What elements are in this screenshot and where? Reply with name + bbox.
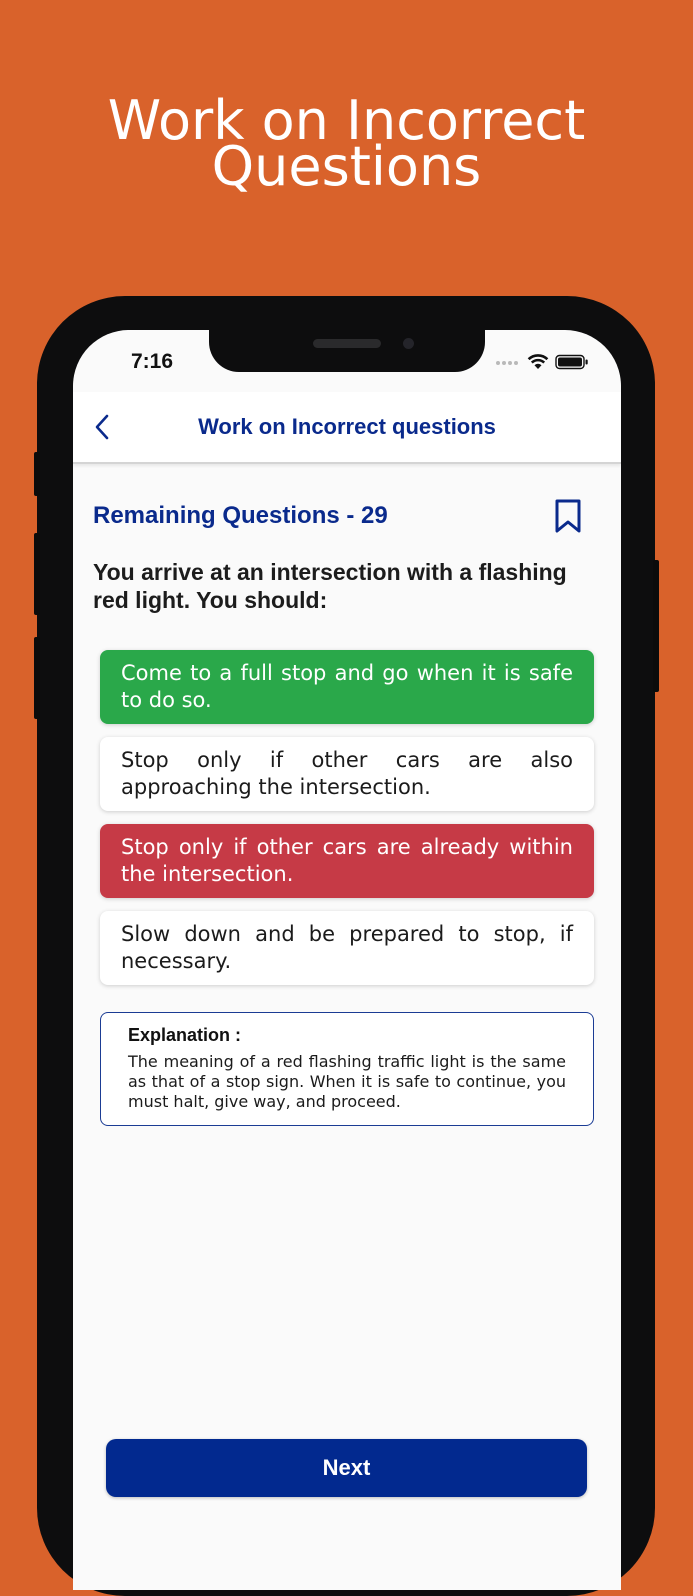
answer-option-2[interactable]: Stop only if other cars are also approac… [100,737,594,811]
next-button[interactable]: Next [106,1439,587,1497]
speaker-grille [313,339,381,348]
remaining-questions-label: Remaining Questions - 29 [93,502,388,529]
question-text: You arrive at an intersection with a fla… [93,559,567,613]
status-icons [495,352,589,372]
notch [209,330,485,372]
front-camera [403,338,414,349]
battery-icon [555,354,588,370]
answer-option-3[interactable]: Stop only if other cars are already with… [100,824,594,898]
volume-up-button [34,533,40,615]
phone-screen: 7:16 Work on Incorrect questions Remaini… [73,330,621,1590]
promo-title: Work on Incorrect Questions [0,94,693,198]
explanation-title: Explanation : [128,1025,242,1045]
bookmark-button[interactable] [553,498,583,534]
navigation-bar: Work on Incorrect questions [73,392,621,464]
silent-switch [34,452,40,496]
volume-down-button [34,637,40,719]
promo-title-line-2: Questions [211,135,482,198]
page-title: Work on Incorrect questions [198,414,496,439]
answer-option-4[interactable]: Slow down and be prepared to stop, if ne… [100,911,594,985]
explanation-box: Explanation : The meaning of a red flash… [100,1012,594,1126]
status-time: 7:16 [131,350,174,373]
explanation-text: The meaning of a red flashing traffic li… [128,1052,566,1111]
power-button [653,560,659,692]
answer-option-1[interactable]: Come to a full stop and go when it is sa… [100,650,594,724]
signal-dots-icon [496,361,518,365]
bookmark-icon [555,499,581,533]
wifi-icon [527,354,549,369]
